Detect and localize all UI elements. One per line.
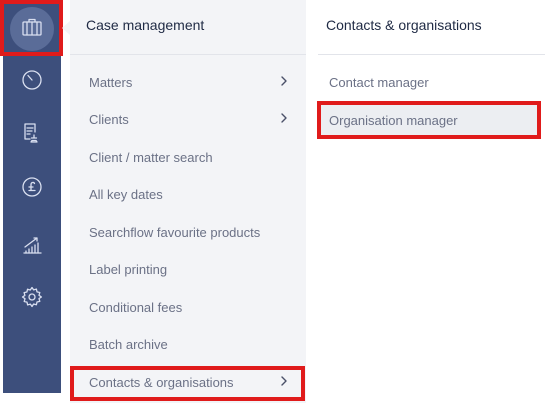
chevron-right-icon [278, 375, 290, 387]
menu-pointer [62, 21, 70, 35]
chevron-right-icon [278, 75, 290, 87]
menu-item-label: Matters [89, 74, 133, 90]
menu-item-label: Clients [89, 111, 129, 127]
menu-item-matters[interactable]: Matters [70, 64, 306, 100]
rail-item-settings[interactable] [3, 276, 61, 322]
menu-item-conditional-fees[interactable]: Conditional fees [70, 289, 306, 325]
menu-item-clients[interactable]: Clients [70, 101, 306, 137]
pound-coin-icon [20, 175, 44, 204]
menu-item-label: Conditional fees [89, 299, 183, 315]
rail-item-finance[interactable] [3, 166, 61, 212]
chevron-right-icon [278, 112, 290, 124]
menu-item-organisation-manager[interactable]: Organisation manager [318, 103, 540, 137]
menu-item-batch-archive[interactable]: Batch archive [70, 326, 306, 362]
app-root: Case management Matters Clients Client /… [0, 0, 545, 403]
divider [70, 54, 306, 55]
menu-item-contacts-organisations[interactable]: Contacts & organisations [70, 364, 306, 400]
menu-item-label: Organisation manager [329, 112, 458, 128]
rail-item-case-management[interactable] [3, 6, 61, 52]
menu-item-label: Contacts & organisations [89, 374, 234, 390]
menu-item-label: Label printing [89, 261, 168, 277]
menu-item-label: Client / matter search [89, 149, 213, 165]
menu-item-label: Contact manager [329, 74, 429, 90]
menu-item-all-key-dates[interactable]: All key dates [70, 176, 306, 212]
growth-chart-icon [20, 233, 44, 262]
rail-item-reports[interactable] [3, 224, 61, 270]
nav-rail [3, 0, 61, 393]
rail-item-documents[interactable] [3, 112, 61, 158]
menu-item-label: Searchflow favourite products [89, 224, 261, 240]
menu-item-searchflow-favourite-products[interactable]: Searchflow favourite products [70, 214, 306, 250]
document-stamp-icon [20, 121, 44, 150]
case-management-menu: Case management Matters Clients Client /… [70, 0, 306, 403]
menu-item-contact-manager[interactable]: Contact manager [318, 65, 540, 99]
contacts-organisations-title: Contacts & organisations [326, 17, 482, 33]
divider [318, 54, 545, 55]
gear-icon [20, 285, 44, 314]
menu-item-client-matter-search[interactable]: Client / matter search [70, 139, 306, 175]
menu-item-label: All key dates [89, 186, 163, 202]
rail-item-time[interactable] [3, 59, 61, 105]
case-management-title: Case management [86, 17, 205, 33]
briefcase-icon [20, 15, 44, 44]
menu-item-label-printing[interactable]: Label printing [70, 251, 306, 287]
menu-item-label: Batch archive [89, 336, 168, 352]
contacts-organisations-menu: Contacts & organisations Contact manager… [318, 0, 545, 403]
clock-icon [20, 68, 44, 97]
